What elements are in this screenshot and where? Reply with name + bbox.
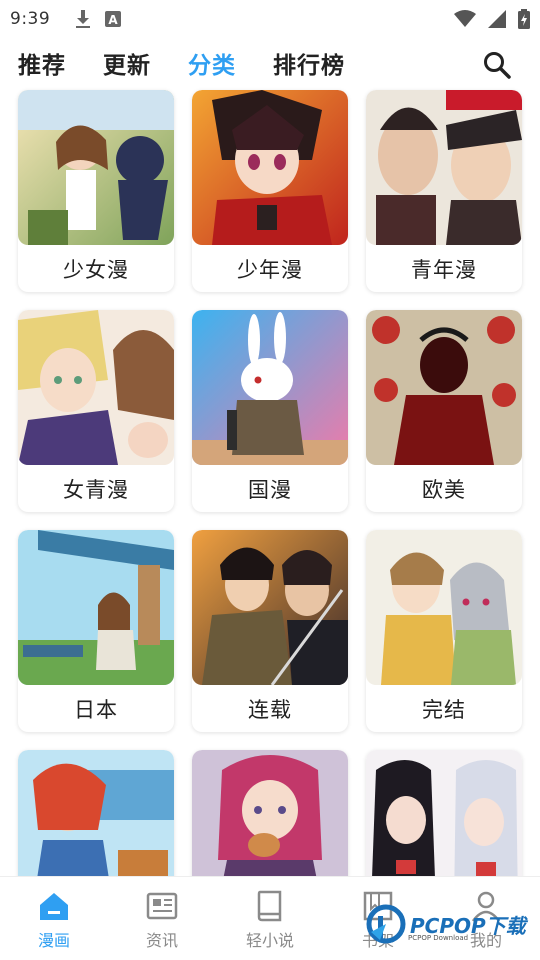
- tab-update[interactable]: 更新: [103, 46, 151, 80]
- cover-image: [192, 530, 348, 685]
- category-label: 欧美: [422, 477, 466, 502]
- cover-image: [192, 310, 348, 465]
- status-left-icons: A: [74, 9, 122, 29]
- watermark: PCPOP下载 PCPOP Download: [366, 902, 536, 946]
- cover-image: [366, 90, 522, 245]
- category-card-seinen[interactable]: 青年漫: [366, 90, 522, 292]
- cover-image: [18, 90, 174, 245]
- category-label: 日本: [74, 697, 118, 722]
- tab-ranking[interactable]: 排行榜: [273, 46, 345, 80]
- signal-icon: [488, 10, 506, 28]
- nav-label: 漫画: [37, 931, 70, 950]
- cover-image: [192, 90, 348, 245]
- category-card-shoujo[interactable]: 少女漫: [18, 90, 174, 292]
- status-time: 9:39: [10, 9, 51, 29]
- tab-recommend[interactable]: 推荐: [18, 46, 66, 80]
- cover-image: [366, 530, 522, 685]
- book-icon: [257, 890, 282, 922]
- category-grid: 少女漫 少年漫 青年漫 女青漫 国漫 欧美 日本 连载 完结: [18, 90, 522, 952]
- watermark-subtext: PCPOP Download: [408, 934, 469, 942]
- nav-item-news[interactable]: 资讯: [108, 877, 216, 960]
- category-card-western[interactable]: 欧美: [366, 310, 522, 512]
- top-tab-bar: 推荐 更新 分类 排行榜: [0, 38, 540, 88]
- category-card-completed[interactable]: 完结: [366, 530, 522, 732]
- app-root: 9:39 A 推荐 更新 分类 排行榜 少女漫 少年漫 青年漫 女青漫 国漫 欧…: [0, 0, 540, 960]
- battery-charging-icon: [518, 9, 530, 29]
- category-card-serializing[interactable]: 连载: [192, 530, 348, 732]
- category-card-japan[interactable]: 日本: [18, 530, 174, 732]
- category-label: 女青漫: [63, 477, 129, 502]
- nav-label: 资讯: [145, 931, 178, 950]
- watermark-logo-icon: [366, 904, 406, 944]
- font-icon: A: [105, 11, 122, 27]
- cover-image: [366, 310, 522, 465]
- home-icon: [40, 893, 68, 920]
- download-icon: [76, 10, 91, 28]
- svg-text:A: A: [109, 13, 119, 27]
- category-label: 少年漫: [237, 257, 303, 282]
- search-icon[interactable]: [482, 50, 512, 80]
- status-bar: 9:39 A: [0, 0, 540, 38]
- nav-item-light-novel[interactable]: 轻小说: [216, 877, 324, 960]
- category-label: 连载: [248, 697, 292, 722]
- status-right-icons: [454, 9, 530, 29]
- category-label: 青年漫: [411, 257, 477, 282]
- cover-image: [18, 310, 174, 465]
- tab-category[interactable]: 分类: [188, 46, 236, 80]
- nav-label: 轻小说: [245, 931, 294, 950]
- category-card-josei[interactable]: 女青漫: [18, 310, 174, 512]
- wifi-icon: [454, 10, 476, 27]
- category-label: 少女漫: [63, 257, 129, 282]
- category-label: 完结: [422, 697, 466, 722]
- nav-item-manga[interactable]: 漫画: [0, 877, 108, 960]
- category-label: 国漫: [248, 477, 292, 502]
- cover-image: [18, 530, 174, 685]
- category-card-guoman[interactable]: 国漫: [192, 310, 348, 512]
- category-card-shounen[interactable]: 少年漫: [192, 90, 348, 292]
- news-icon: [146, 892, 178, 920]
